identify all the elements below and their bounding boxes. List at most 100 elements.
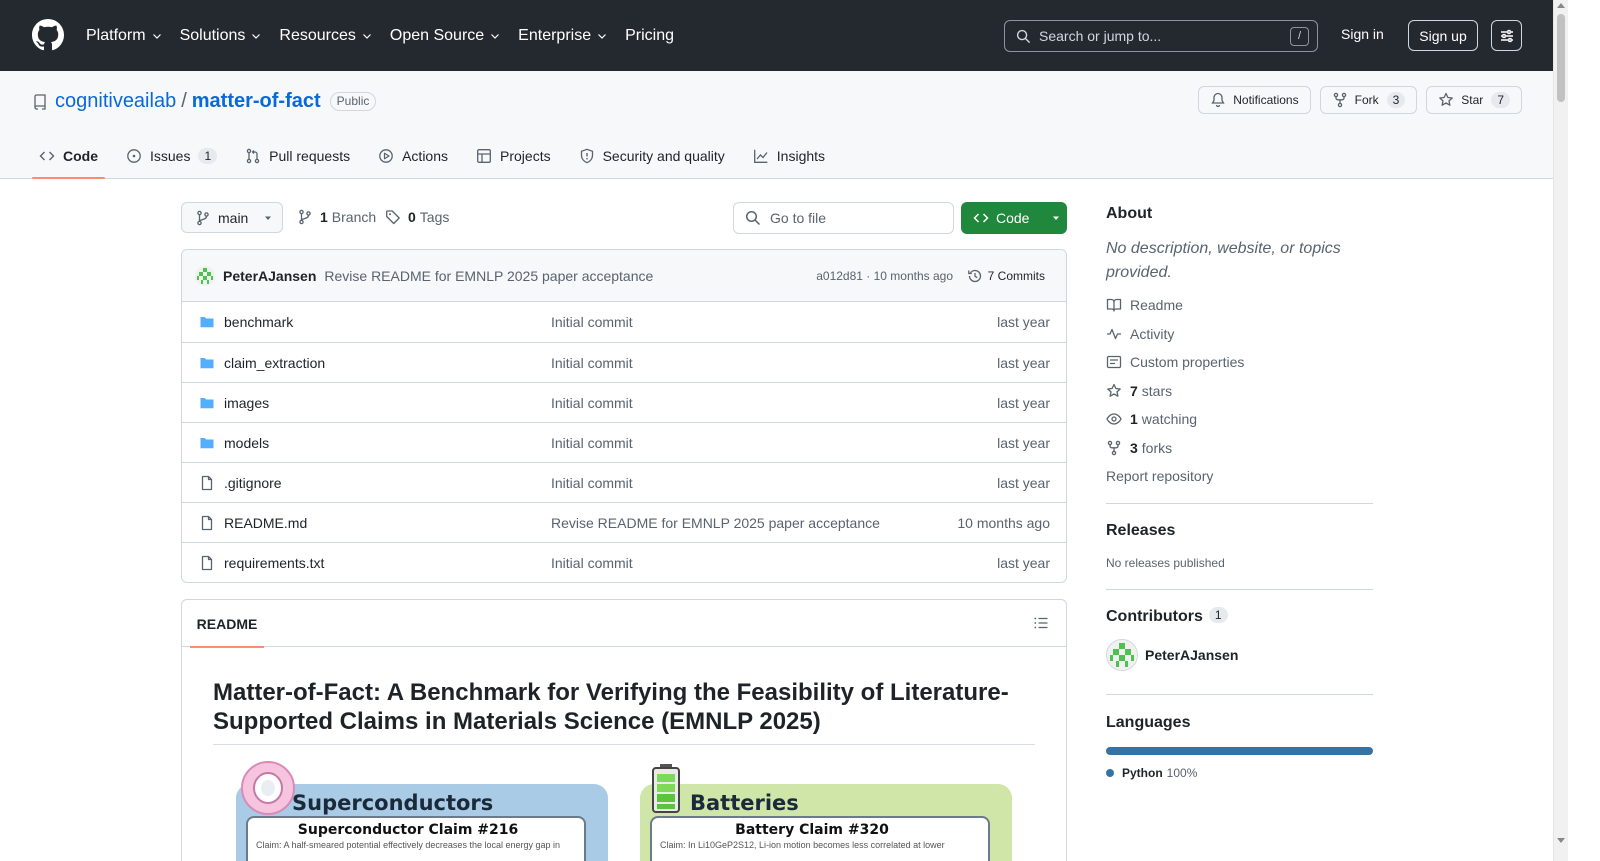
file-name-link[interactable]: .gitignore [224,475,282,491]
nav-enterprise[interactable]: Enterprise [518,27,608,45]
branch-icon [197,210,209,225]
file-commit-message[interactable]: Initial commit [551,355,633,371]
file-row[interactable]: models Initial commit last year [182,422,1066,462]
fork-button[interactable]: Fork 3 [1319,86,1418,114]
file-row[interactable]: requirements.txt Initial commit last year [182,542,1066,582]
commits-history-link[interactable]: 7 Commits [967,268,1045,284]
star-icon [1107,383,1121,397]
play-icon [379,148,393,163]
tag-label: Tags [419,209,450,225]
nav-open-source[interactable]: Open Source [390,27,501,45]
tab-insights[interactable]: Insights [746,132,832,179]
tab-pull-requests-label: Pull requests [269,147,351,164]
fork-icon [1107,440,1121,456]
file-row[interactable]: benchmark Initial commit last year [182,302,1066,342]
tab-projects[interactable]: Projects [469,132,558,179]
file-commit-age: last year [997,394,1050,411]
nav-pricing[interactable]: Pricing [625,27,674,45]
file-commit-message[interactable]: Revise README for EMNLP 2025 paper accep… [551,515,880,531]
menu-button[interactable] [1491,20,1522,51]
contributor-item[interactable]: PeterAJansen [1106,639,1238,671]
file-commit-message[interactable]: Initial commit [551,555,633,571]
file-name-link[interactable]: benchmark [224,314,293,330]
tags-link[interactable]: 0 Tags [385,209,449,225]
code-dropdown-button[interactable]: Code [961,202,1067,234]
github-logo-icon[interactable] [32,19,64,51]
tab-code[interactable]: Code [32,132,105,179]
nav-enterprise-label: Enterprise [518,26,592,44]
stars-label: stars [1141,383,1173,399]
file-commit-message[interactable]: Initial commit [551,314,633,330]
figure-heading: Superconductors [292,791,494,815]
notifications-button[interactable]: Notifications [1198,86,1311,114]
repo-name-link[interactable]: matter-of-fact [192,90,321,113]
repo-tabs: Code Issues 1 Pull requests Actions Proj… [32,132,846,179]
commit-message-link[interactable]: Revise README for EMNLP 2025 paper accep… [324,268,653,284]
tab-security[interactable]: Security and quality [572,132,732,179]
pulse-icon [1107,328,1121,340]
file-name-link[interactable]: claim_extraction [224,355,325,371]
author-avatar[interactable] [195,265,215,286]
file-commit-message[interactable]: Initial commit [551,395,633,411]
scroll-down-arrow-icon[interactable] [1557,838,1565,843]
sign-in-link[interactable]: Sign in [1341,26,1384,42]
page-scrollbar[interactable] [1553,0,1568,861]
file-row[interactable]: .gitignore Initial commit last year [182,462,1066,502]
folder-icon [200,397,214,408]
ring-icon [241,761,295,815]
contributors-heading[interactable]: Contributors 1 [1106,607,1228,626]
tab-issues[interactable]: Issues 1 [119,132,224,179]
star-button[interactable]: Star 7 [1426,86,1522,114]
go-to-file-placeholder: Go to file [770,210,827,226]
repo-separator: / [181,90,187,112]
file-name-link[interactable]: models [224,435,269,451]
file-commit-message[interactable]: Initial commit [551,475,633,491]
go-to-file-input[interactable]: Go to file [733,202,954,234]
figure-batteries: Batteries Battery Claim #320 Claim: In L… [638,760,1014,861]
sign-up-button[interactable]: Sign up [1408,20,1478,51]
branches-link[interactable]: 1 Branch [297,209,376,225]
tab-actions[interactable]: Actions [371,132,455,179]
tab-pull-requests[interactable]: Pull requests [238,132,357,179]
file-name-link[interactable]: requirements.txt [224,555,324,571]
readme-tab[interactable]: README [190,600,264,648]
battery-icon [652,764,680,813]
list-unordered-icon[interactable] [1033,615,1049,631]
forks-link[interactable]: 3 forks [1106,440,1172,456]
tab-actions-label: Actions [402,147,449,164]
nav-solutions[interactable]: Solutions [180,27,263,45]
file-commit-message[interactable]: Initial commit [551,435,633,451]
language-item[interactable]: Python 100% [1106,766,1197,780]
contributors-count: 1 [1208,607,1228,623]
search-input[interactable]: Search or jump to... / [1004,20,1318,52]
file-row[interactable]: images Initial commit last year [182,382,1066,422]
releases-heading[interactable]: Releases [1106,522,1175,540]
custom-properties-label: Custom properties [1130,354,1245,370]
commit-author-link[interactable]: PeterAJansen [223,268,316,284]
latest-commit: PeterAJansen Revise README for EMNLP 202… [182,250,1066,302]
custom-properties-link[interactable]: Custom properties [1106,354,1244,370]
commit-hash-age[interactable]: a012d81 · 10 months ago [816,269,953,283]
scrollbar-thumb[interactable] [1557,14,1565,102]
activity-link[interactable]: Activity [1106,326,1174,342]
figure-superconductors: Superconductors Superconductor Claim #21… [234,760,610,861]
code-button-label: Code [996,210,1030,226]
tag-count: 0 [408,209,416,225]
file-row[interactable]: claim_extraction Initial commit last year [182,342,1066,382]
report-repository-link[interactable]: Report repository [1106,468,1213,484]
note-icon [1106,355,1122,369]
nav-platform[interactable]: Platform [86,27,163,45]
language-color-dot [1106,769,1114,777]
file-name-link[interactable]: images [224,395,269,411]
scroll-up-arrow-icon[interactable] [1557,3,1565,8]
file-name-link[interactable]: README.md [224,515,307,531]
readme-link[interactable]: Readme [1106,297,1183,313]
language-name: Python [1122,766,1163,780]
global-nav: Platform Solutions Resources Open Source… [86,0,691,71]
branch-selector[interactable]: main [181,202,283,233]
watching-link[interactable]: 1 watching [1106,411,1197,427]
stars-link[interactable]: 7 stars [1106,383,1172,399]
repo-owner-link[interactable]: cognitiveailab [55,90,176,113]
file-row[interactable]: README.md Revise README for EMNLP 2025 pa… [182,502,1066,542]
nav-resources[interactable]: Resources [279,27,372,45]
